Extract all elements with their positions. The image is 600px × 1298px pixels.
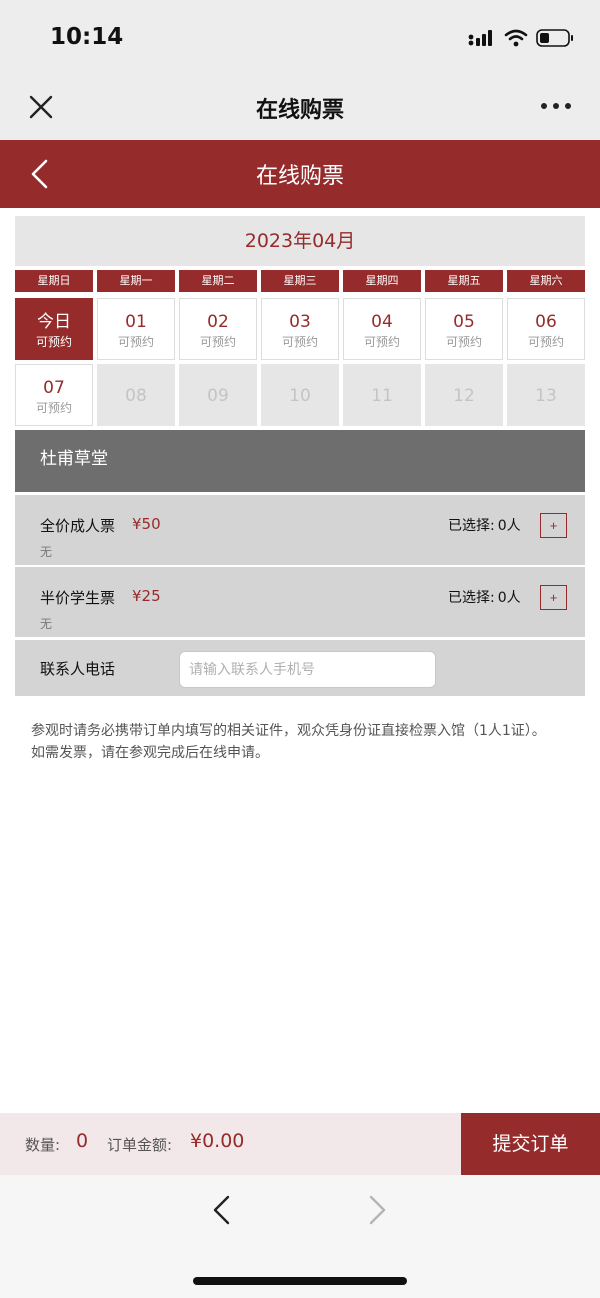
day-label: 01 [125, 312, 147, 332]
browser-back-icon[interactable] [205, 1193, 239, 1227]
notice-line: 如需发票，请在参观完成后在线申请。 [31, 745, 269, 761]
day-cell-today[interactable]: 今日 可预约 [15, 298, 93, 360]
day-label: 03 [289, 312, 311, 332]
order-bar: 数量: 0 订单金额: ¥0.00 提交订单 [0, 1113, 600, 1175]
selected-label: 已选择: [448, 518, 495, 534]
day-label: 08 [125, 386, 147, 406]
day-cell-12: 12 [425, 364, 503, 426]
page-title: 在线购票 [255, 164, 344, 189]
day-cell-01[interactable]: 01 可预约 [97, 298, 175, 360]
selected-count: 0人 [497, 590, 521, 606]
day-status: 可预约 [527, 335, 564, 349]
day-cell-09: 09 [179, 364, 257, 426]
nav-title: 在线购票 [255, 98, 344, 123]
calendar-month: 2023年04月 [15, 216, 585, 266]
day-label: 06 [535, 312, 557, 332]
day-status: 可预约 [199, 335, 236, 349]
day-label: 12 [453, 386, 475, 406]
weekday-mon: 星期一 [97, 270, 175, 292]
weekday-fri: 星期五 [425, 270, 503, 292]
day-status: 可预约 [363, 335, 400, 349]
day-label: 09 [207, 386, 229, 406]
day-status: 可预约 [35, 401, 72, 415]
home-indicator [193, 1277, 407, 1285]
status-icons [468, 26, 574, 50]
contact-label: 联系人电话 [40, 660, 116, 678]
page-header: 在线购票 [0, 140, 600, 208]
wifi-icon [504, 29, 528, 47]
ticket-name: 全价成人票 [40, 517, 116, 535]
status-bar: 10:14 [0, 0, 600, 72]
day-label: 04 [371, 312, 393, 332]
day-label: 07 [43, 378, 65, 398]
day-cell-08: 08 [97, 364, 175, 426]
day-cell-02[interactable]: 02 可预约 [179, 298, 257, 360]
contact-phone-input[interactable] [179, 651, 436, 688]
day-cell-13: 13 [507, 364, 585, 426]
day-cell-10: 10 [261, 364, 339, 426]
day-cell-05[interactable]: 05 可预约 [425, 298, 503, 360]
venue-name: 杜甫草堂 [15, 430, 585, 492]
day-cell-04[interactable]: 04 可预约 [343, 298, 421, 360]
weekday-sun: 星期日 [15, 270, 93, 292]
day-label: 02 [207, 312, 229, 332]
day-label: 11 [371, 386, 393, 406]
day-label: 今日 [37, 312, 71, 332]
quantity-label: 数量: [25, 1136, 61, 1154]
status-time: 10:14 [50, 24, 124, 50]
ticket-name: 半价学生票 [40, 589, 116, 607]
weekday-thu: 星期四 [343, 270, 421, 292]
weekday-sat: 星期六 [507, 270, 585, 292]
day-label: 13 [535, 386, 557, 406]
day-cell-07[interactable]: 07 可预约 [15, 364, 93, 426]
ticket-note: 无 [40, 617, 53, 631]
weekday-tue: 星期二 [179, 270, 257, 292]
day-label: 05 [453, 312, 475, 332]
submit-order-button[interactable]: 提交订单 [461, 1113, 600, 1175]
more-icon[interactable] [540, 94, 572, 118]
ticket-selected: 已选择: 0人 [448, 587, 521, 607]
ticket-selected: 已选择: 0人 [448, 515, 521, 535]
day-label: 10 [289, 386, 311, 406]
notice-text: 参观时请务必携带订单内填写的相关证件，观众凭身份证直接检票入馆（1人1证）。 如… [31, 720, 571, 764]
day-cell-06[interactable]: 06 可预约 [507, 298, 585, 360]
calendar-weekdays: 星期日 星期一 星期二 星期三 星期四 星期五 星期六 [15, 270, 585, 292]
amount-value: ¥0.00 [190, 1130, 245, 1152]
ticket-note: 无 [40, 545, 53, 559]
ticket-row-student: 半价学生票 ¥25 无 已选择: 0人 + [15, 567, 585, 637]
ticket-row-adult: 全价成人票 ¥50 无 已选择: 0人 + [15, 495, 585, 565]
day-status: 可预约 [445, 335, 482, 349]
day-status: 可预约 [281, 335, 318, 349]
day-cell-03[interactable]: 03 可预约 [261, 298, 339, 360]
add-student-ticket-button[interactable]: + [540, 585, 567, 610]
battery-icon [536, 29, 573, 47]
day-status: 可预约 [117, 335, 154, 349]
amount-label: 订单金额: [107, 1136, 173, 1154]
weekday-wed: 星期三 [261, 270, 339, 292]
selected-label: 已选择: [448, 590, 495, 606]
contact-row: 联系人电话 [15, 640, 585, 696]
ticket-price: ¥25 [132, 587, 161, 605]
day-cell-11: 11 [343, 364, 421, 426]
quantity-value: 0 [76, 1130, 89, 1152]
selected-count: 0人 [497, 518, 521, 534]
nav-bar: 在线购票 [0, 72, 600, 140]
day-status: 可预约 [35, 335, 72, 349]
add-adult-ticket-button[interactable]: + [540, 513, 567, 538]
notice-line: 参观时请务必携带订单内填写的相关证件，观众凭身份证直接检票入馆（1人1证）。 [31, 723, 546, 739]
signal-icon [468, 30, 492, 46]
ticket-price: ¥50 [132, 515, 161, 533]
browser-forward-icon[interactable] [360, 1193, 394, 1227]
